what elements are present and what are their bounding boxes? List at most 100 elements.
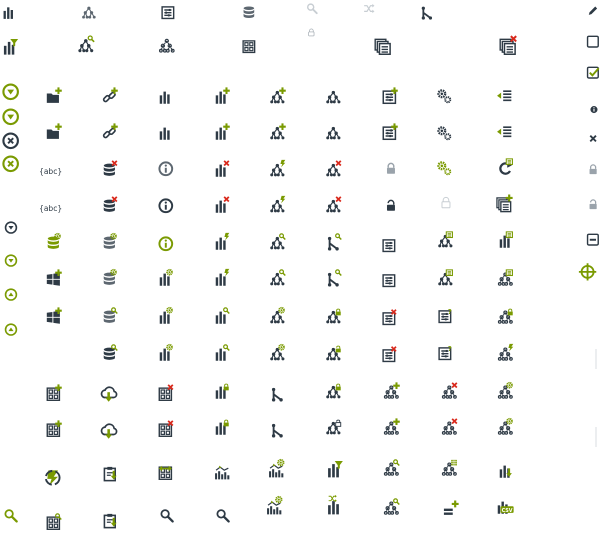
bars-settings-icon <box>159 268 173 286</box>
database-remove-icon <box>103 196 118 212</box>
indent-add-icon <box>497 126 512 138</box>
report-remove-icon <box>382 309 397 326</box>
database-icon <box>243 6 255 18</box>
bars-download-icon <box>499 465 512 478</box>
bars-tree-settings-icon <box>269 458 285 478</box>
cloud-download-icon <box>100 386 118 402</box>
bars-refresh-icon <box>215 232 230 250</box>
search-icon <box>160 509 174 523</box>
tree-dashed-icon <box>158 38 175 53</box>
bars-lock-icon <box>215 419 229 435</box>
expand-icon <box>2 83 19 101</box>
link-add-icon <box>102 123 118 139</box>
report-icon <box>382 239 396 253</box>
report-add-icon <box>382 123 398 141</box>
icon-sprite-sheet: {abc} {abc}?? CSV <box>0 0 600 550</box>
database-remove-icon <box>103 160 118 176</box>
database-settings-icon <box>103 268 117 285</box>
svg-text:?: ? <box>448 308 452 316</box>
report-view-icon <box>438 269 453 286</box>
tree-dashed-remove-icon <box>441 382 458 399</box>
variable-icon: {abc} <box>39 204 62 213</box>
search-icon <box>4 509 18 523</box>
tree-lock-icon <box>326 383 341 399</box>
report-stack-remove-icon <box>499 35 517 55</box>
bars-remove-icon <box>215 196 230 213</box>
divider-icon <box>595 427 597 447</box>
folder-add-icon <box>46 123 62 139</box>
tree-add-icon <box>270 87 286 104</box>
report-view-icon <box>438 231 453 248</box>
collapse-icon <box>586 233 599 246</box>
tree-add-icon <box>270 123 286 140</box>
grid-add-icon <box>46 384 62 401</box>
close-icon <box>589 135 597 143</box>
svg-text:{abc}: {abc} <box>39 167 62 176</box>
report-remove-icon <box>382 346 397 363</box>
info-icon <box>590 106 598 114</box>
tree-settings-icon <box>270 306 285 324</box>
info-icon <box>158 236 174 252</box>
bars-remove-icon <box>215 160 230 177</box>
bars-icon <box>3 7 13 19</box>
report-add-icon <box>382 87 398 105</box>
tree-search-icon <box>78 35 95 53</box>
report-icon <box>382 274 396 288</box>
bars-search-icon <box>215 307 230 324</box>
tree-unlock-icon <box>326 345 341 361</box>
tree-dashed-lock-icon <box>497 308 513 324</box>
svg-text:CSV: CSV <box>502 508 513 514</box>
variable-icon: {abc} <box>39 167 62 176</box>
windows-add-icon <box>46 307 62 324</box>
tree-dashed-refresh-icon <box>497 343 514 361</box>
tree-dashed-search-icon <box>383 498 400 515</box>
windows-add-icon <box>46 269 62 286</box>
tree-dashed-search-icon <box>383 459 400 476</box>
cross-icon <box>364 3 375 14</box>
target-icon <box>578 263 597 281</box>
divider-icon <box>595 349 597 369</box>
tree-dashed-grid-icon <box>441 459 457 476</box>
report-help-icon: ? <box>438 345 452 361</box>
tree-remove-icon <box>326 196 342 213</box>
arrow-down-icon <box>4 254 18 267</box>
tree-dashed-add-icon <box>383 418 400 435</box>
settings-icon <box>437 161 452 176</box>
database-settings-icon <box>47 232 61 249</box>
remove-icon <box>2 132 19 150</box>
tree-settings-icon <box>270 343 285 361</box>
tree-refresh-icon <box>270 159 286 177</box>
tree-search-icon <box>270 269 286 286</box>
bars-tree-icon <box>215 465 230 480</box>
bars-lock-icon <box>215 383 229 399</box>
branch-search-icon <box>327 233 342 251</box>
checkbox-empty-icon <box>586 35 599 48</box>
tree-search-icon <box>270 233 286 250</box>
info-icon <box>158 161 174 177</box>
unlock-icon <box>589 199 597 210</box>
refresh-report-icon <box>499 158 513 175</box>
bars-tree-settings-icon <box>267 495 283 515</box>
equals-add-icon <box>443 500 459 515</box>
indent-add-icon <box>497 90 512 102</box>
bars-report-icon <box>499 231 513 248</box>
bars-settings-icon <box>159 306 173 324</box>
grid-search-icon <box>46 513 62 530</box>
unlock-icon <box>386 199 395 211</box>
svg-text:?: ? <box>448 345 452 353</box>
database-search-icon <box>103 344 118 360</box>
bars-add-icon <box>215 123 230 140</box>
branch-search-icon <box>327 269 342 287</box>
bars-icon <box>159 127 170 140</box>
grid-remove-icon <box>158 420 174 437</box>
bars-filter-icon <box>3 38 19 55</box>
svg-text:{abc}: {abc} <box>39 204 62 213</box>
bars-icon <box>159 91 170 104</box>
grid-icon <box>242 40 256 54</box>
tree-lock-icon <box>326 308 341 324</box>
link-add-icon <box>102 87 118 103</box>
database-search-icon <box>103 307 118 323</box>
arrow-up-icon <box>4 323 18 336</box>
branch-icon <box>271 423 283 438</box>
settings-icon <box>437 126 452 141</box>
